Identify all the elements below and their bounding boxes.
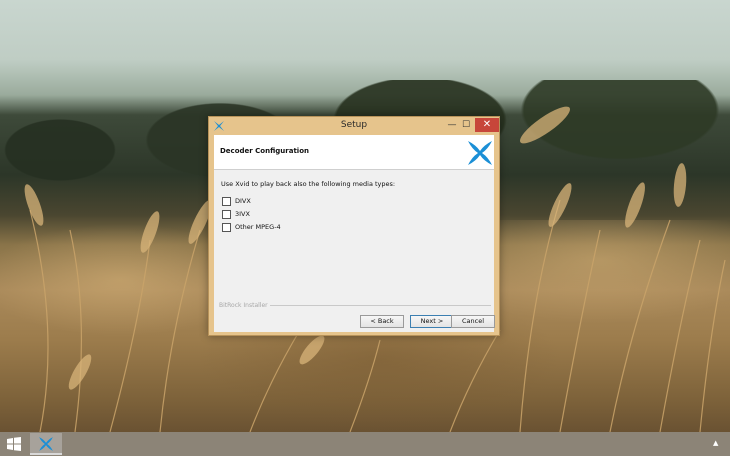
3ivx-checkbox[interactable] — [222, 210, 231, 219]
xvid-logo-icon — [468, 141, 492, 165]
next-button[interactable]: Next > — [410, 315, 454, 328]
windows-logo-icon[interactable] — [7, 437, 21, 451]
footer-divider — [270, 305, 491, 306]
installer-brand-label: BitRock Installer — [219, 302, 268, 309]
minimize-button[interactable]: — — [445, 118, 459, 132]
xvid-logo-icon — [39, 437, 53, 451]
tray-expand-icon[interactable]: ▲ — [713, 439, 718, 447]
back-button[interactable]: < Back — [360, 315, 404, 328]
page-header: Decoder Configuration — [214, 135, 494, 170]
other-mpeg4-label[interactable]: Other MPEG-4 — [235, 223, 281, 231]
divx-label[interactable]: DIVX — [235, 197, 251, 205]
title-bar[interactable]: Setup — ☐ ✕ — [209, 117, 499, 135]
taskbar: ▲ — [0, 432, 730, 456]
close-button[interactable]: ✕ — [475, 118, 499, 132]
3ivx-label[interactable]: 3IVX — [235, 210, 250, 218]
dialog-client-area: Decoder Configuration Use Xvid to play b… — [214, 135, 495, 332]
maximize-button[interactable]: ☐ — [459, 118, 473, 132]
divx-checkbox[interactable] — [222, 197, 231, 206]
instruction-text: Use Xvid to play back also the following… — [221, 180, 396, 188]
other-mpeg4-checkbox[interactable] — [222, 223, 231, 232]
page-title: Decoder Configuration — [220, 147, 309, 155]
setup-window: Setup — ☐ ✕ Decoder Configuration Use Xv… — [208, 116, 500, 336]
cancel-button[interactable]: Cancel — [451, 315, 495, 328]
taskbar-setup-app[interactable] — [30, 433, 62, 455]
